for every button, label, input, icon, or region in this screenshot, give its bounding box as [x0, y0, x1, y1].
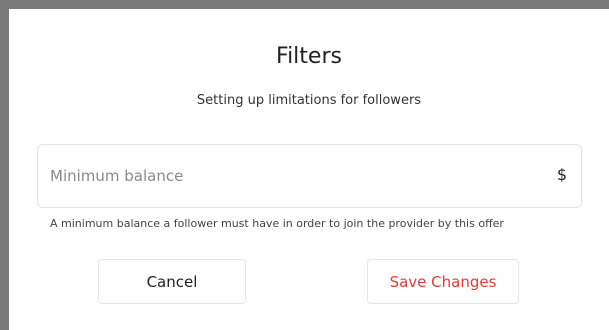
minimum-balance-field[interactable]: $	[37, 144, 582, 208]
dollar-icon: $	[556, 165, 567, 184]
minimum-balance-hint: A minimum balance a follower must have i…	[50, 217, 504, 230]
save-changes-button[interactable]: Save Changes	[367, 259, 519, 304]
dialog-title: Filters	[276, 44, 342, 69]
cancel-button[interactable]: Cancel	[98, 259, 246, 304]
dialog-subtitle: Setting up limitations for followers	[196, 93, 422, 108]
minimum-balance-input[interactable]	[38, 145, 581, 207]
filters-dialog: Filters Setting up limitations for follo…	[9, 9, 609, 330]
